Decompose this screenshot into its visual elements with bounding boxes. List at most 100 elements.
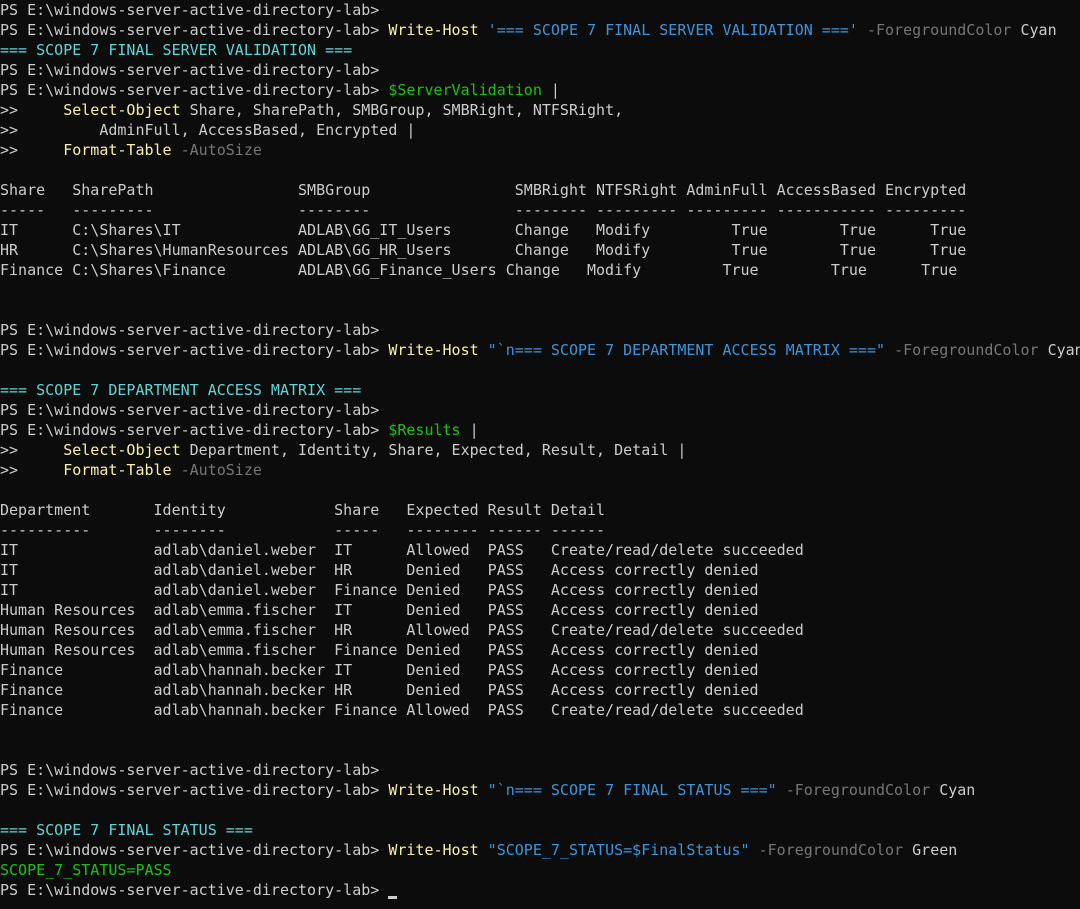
terminal-text: -ForegroundColor — [758, 841, 904, 859]
terminal-line: Human Resources adlab\emma.fischer HR Al… — [0, 620, 1080, 640]
terminal-line: IT C:\Shares\IT ADLAB\GG_IT_Users Change… — [0, 220, 1080, 240]
terminal-text: IT adlab\daniel.weber IT Allowed PASS Cr… — [0, 541, 804, 559]
terminal-line: HR C:\Shares\HumanResources ADLAB\GG_HR_… — [0, 240, 1080, 260]
terminal-line: >> Format-Table -AutoSize — [0, 460, 1080, 480]
terminal-line: === SCOPE 7 DEPARTMENT ACCESS MATRIX === — [0, 380, 1080, 400]
terminal-text: Finance adlab\hannah.becker IT Denied PA… — [0, 661, 759, 679]
terminal-line: PS E:\windows-server-active-directory-la… — [0, 60, 1080, 80]
terminal-text: Human Resources adlab\emma.fischer HR Al… — [0, 621, 804, 639]
terminal-text: Format-Table — [63, 461, 172, 479]
terminal-line: Department Identity Share Expected Resul… — [0, 500, 1080, 520]
terminal-text: IT C:\Shares\IT ADLAB\GG_IT_Users Change… — [0, 221, 967, 239]
terminal-text: PS E:\windows-server-active-directory-la… — [0, 841, 389, 859]
terminal-line: PS E:\windows-server-active-directory-la… — [0, 340, 1080, 360]
terminal-text: PS E:\windows-server-active-directory-la… — [0, 81, 389, 99]
terminal-text: $Results — [388, 421, 461, 439]
terminal-text: Human Resources adlab\emma.fischer Finan… — [0, 641, 759, 659]
terminal-text: Human Resources adlab\emma.fischer IT De… — [0, 601, 759, 619]
terminal-line: Human Resources adlab\emma.fischer IT De… — [0, 600, 1080, 620]
terminal-text: PS E:\windows-server-active-directory-la… — [0, 1, 380, 19]
terminal-line: PS E:\windows-server-active-directory-la… — [0, 0, 1080, 20]
terminal-text: Cyan — [1038, 341, 1080, 359]
terminal-line: PS E:\windows-server-active-directory-la… — [0, 840, 1080, 860]
terminal-line: >> Select-Object Share, SharePath, SMBGr… — [0, 100, 1080, 120]
terminal-line: IT adlab\daniel.weber HR Denied PASS Acc… — [0, 560, 1080, 580]
terminal-line: Finance adlab\hannah.becker HR Denied PA… — [0, 680, 1080, 700]
terminal-text: -ForegroundColor — [894, 341, 1039, 359]
terminal-window[interactable]: PS E:\windows-server-active-directory-la… — [0, 0, 1080, 909]
terminal-text: >> — [0, 101, 64, 119]
terminal-text: $ServerValidation — [388, 81, 542, 99]
cursor-icon — [388, 896, 398, 899]
terminal-text: -ForegroundColor — [866, 21, 1012, 39]
terminal-line: === SCOPE 7 FINAL SERVER VALIDATION === — [0, 40, 1080, 60]
terminal-text: Write-Host — [388, 21, 479, 39]
terminal-text: Department, Identity, Share, Expected, R… — [180, 441, 687, 459]
terminal-text: Finance adlab\hannah.becker Finance Allo… — [0, 701, 804, 719]
terminal-text: HR C:\Shares\HumanResources ADLAB\GG_HR_… — [0, 241, 967, 259]
terminal-text: "`n=== SCOPE 7 DEPARTMENT ACCESS MATRIX … — [487, 341, 886, 359]
terminal-text: Write-Host — [388, 781, 479, 799]
terminal-text: === SCOPE 7 FINAL SERVER VALIDATION === — [0, 41, 353, 59]
terminal-text: === SCOPE 7 FINAL STATUS === — [0, 821, 253, 839]
terminal-text: Format-Table — [63, 141, 172, 159]
terminal-text: Cyan — [1011, 21, 1057, 39]
terminal-text: PS E:\windows-server-active-directory-la… — [0, 881, 389, 899]
terminal-line: >> Format-Table -AutoSize — [0, 140, 1080, 160]
terminal-text: "`n=== SCOPE 7 FINAL STATUS ===" — [487, 781, 777, 799]
terminal-text: Green — [903, 841, 958, 859]
terminal-text: Select-Object — [63, 441, 181, 459]
terminal-line: Share SharePath SMBGroup SMBRight NTFSRi… — [0, 180, 1080, 200]
terminal-line: IT adlab\daniel.weber Finance Denied PAS… — [0, 580, 1080, 600]
terminal-text: -AutoSize — [180, 461, 262, 479]
terminal-line: PS E:\windows-server-active-directory-la… — [0, 400, 1080, 420]
terminal-text: Select-Object — [63, 101, 181, 119]
terminal-text: Share SharePath SMBGroup SMBRight NTFSRi… — [0, 181, 967, 199]
terminal-line: === SCOPE 7 FINAL STATUS === — [0, 820, 1080, 840]
terminal-line: >> AdminFull, AccessBased, Encrypted | — [0, 120, 1080, 140]
terminal-text: Finance C:\Shares\Finance ADLAB\GG_Finan… — [0, 261, 958, 279]
terminal-text: PS E:\windows-server-active-directory-la… — [0, 21, 389, 39]
terminal-text: Write-Host — [388, 341, 479, 359]
terminal-text: ---------- -------- ----- -------- -----… — [0, 521, 606, 539]
terminal-text: '=== SCOPE 7 FINAL SERVER VALIDATION ===… — [487, 21, 858, 39]
terminal-text: Cyan — [930, 781, 976, 799]
terminal-line: PS E:\windows-server-active-directory-la… — [0, 760, 1080, 780]
terminal-text: PS E:\windows-server-active-directory-la… — [0, 321, 380, 339]
terminal-text: >> — [0, 441, 64, 459]
terminal-text: ----- --------- -------- -------- ------… — [0, 201, 967, 219]
terminal-text: IT adlab\daniel.weber Finance Denied PAS… — [0, 581, 759, 599]
terminal-text: PS E:\windows-server-active-directory-la… — [0, 781, 389, 799]
terminal-line: PS E:\windows-server-active-directory-la… — [0, 420, 1080, 440]
terminal-line: PS E:\windows-server-active-directory-la… — [0, 880, 1080, 900]
terminal-text: PS E:\windows-server-active-directory-la… — [0, 421, 389, 439]
terminal-line: Finance C:\Shares\Finance ADLAB\GG_Finan… — [0, 260, 1080, 280]
terminal-text: PS E:\windows-server-active-directory-la… — [0, 401, 380, 419]
terminal-text: | — [460, 421, 479, 439]
terminal-line: Finance adlab\hannah.becker IT Denied PA… — [0, 660, 1080, 680]
terminal-text: -ForegroundColor — [785, 781, 931, 799]
terminal-line: IT adlab\daniel.weber IT Allowed PASS Cr… — [0, 540, 1080, 560]
terminal-text: PS E:\windows-server-active-directory-la… — [0, 61, 380, 79]
terminal-text: SCOPE_7_STATUS=PASS — [0, 861, 172, 879]
terminal-text: PS E:\windows-server-active-directory-la… — [0, 761, 380, 779]
terminal-text: >> AdminFull, AccessBased, Encrypted | — [0, 121, 416, 139]
terminal-line: PS E:\windows-server-active-directory-la… — [0, 320, 1080, 340]
terminal-text: Write-Host — [388, 841, 479, 859]
terminal-line: SCOPE_7_STATUS=PASS — [0, 860, 1080, 880]
